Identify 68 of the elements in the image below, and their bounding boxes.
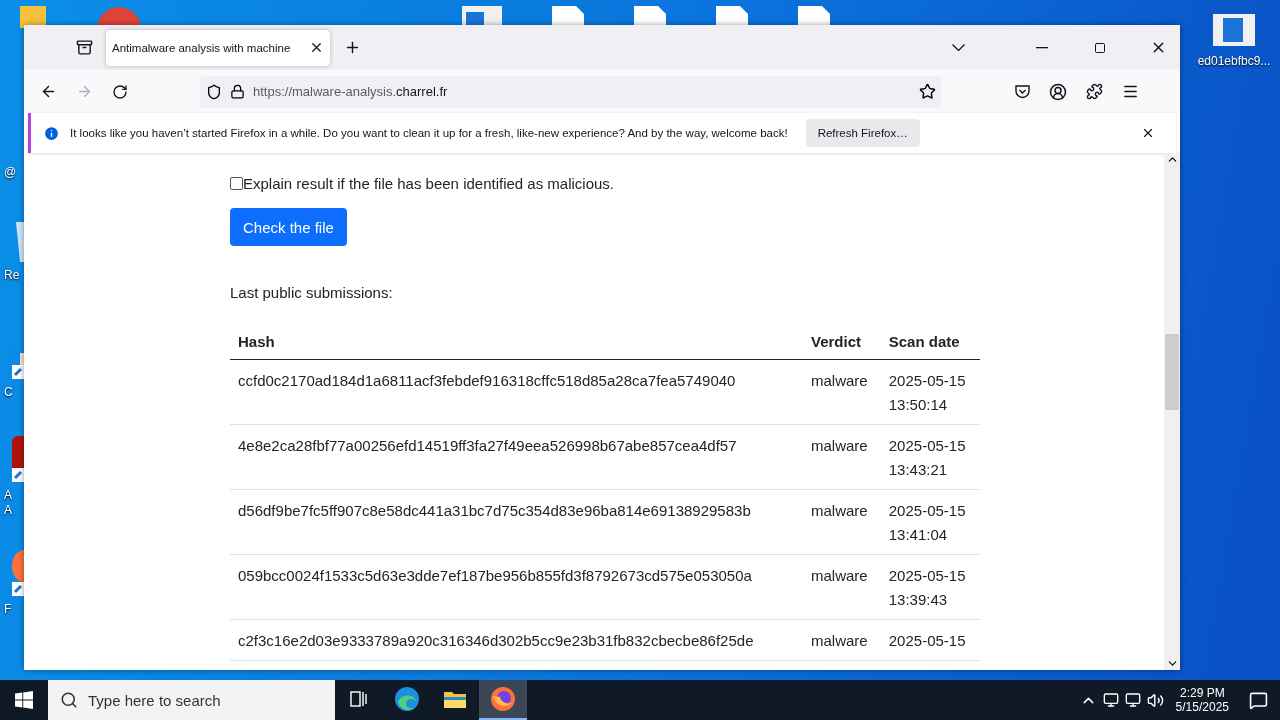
desktop-icon-label[interactable]: Re xyxy=(4,268,20,283)
desktop-icon-label[interactable]: A A xyxy=(4,488,14,518)
user-icon xyxy=(1049,82,1067,101)
bookmark-star-icon[interactable] xyxy=(919,83,936,100)
browser-icon[interactable] xyxy=(12,550,24,596)
task-view-icon xyxy=(350,691,368,707)
taskbar-app-button[interactable] xyxy=(479,680,527,720)
minimize-icon xyxy=(1036,46,1048,49)
scrollbar-thumb[interactable] xyxy=(1165,334,1179,410)
refresh-firefox-button[interactable]: Refresh Firefox… xyxy=(805,119,920,147)
volume-icon[interactable] xyxy=(1146,691,1164,709)
shield-icon[interactable] xyxy=(206,83,222,100)
verdict-cell: malware xyxy=(803,554,881,620)
pocket-icon xyxy=(1013,83,1031,100)
scan-date-cell: 2025-05-15 13:39:43 xyxy=(880,554,980,620)
verdict-cell: malware xyxy=(803,359,881,425)
desktop-icon-label[interactable]: ed01ebfbc9... xyxy=(1197,54,1271,69)
lock-icon[interactable] xyxy=(230,84,245,99)
scan-date-cell: 2025-05-15 13:43:21 xyxy=(880,424,980,490)
scan-date-cell: 2025-05-15 xyxy=(880,619,980,661)
shortcut-icon[interactable] xyxy=(12,353,24,379)
checkbox[interactable] xyxy=(230,177,243,190)
notifications-icon[interactable] xyxy=(1249,690,1268,710)
clock-date[interactable]: 5/15/2025 xyxy=(1175,700,1229,714)
document-icon[interactable] xyxy=(1213,14,1255,46)
address-bar[interactable]: https://malware-analysis.charrel.fr xyxy=(200,75,942,108)
column-header: Hash xyxy=(230,321,803,360)
verdict-cell: malware xyxy=(803,424,881,490)
scan-date-cell: 2025-05-15 13:50:14 xyxy=(880,359,980,425)
tab-title: Antimalware analysis with machine xyxy=(112,41,292,54)
column-header: Verdict xyxy=(803,321,881,360)
desktop-icon-label[interactable]: C xyxy=(4,385,13,400)
desktop-icon-label[interactable]: F xyxy=(4,602,12,617)
notification-message: It looks like you haven’t started Firefox in a while. Do you want to clean it up for a fresh, like-new experience? And by the way, welcome back! xyxy=(70,127,788,139)
url-text[interactable]: https://malware-analysis.charrel.fr xyxy=(253,84,911,99)
firefox-icon xyxy=(490,686,516,712)
check-file-button[interactable]: Check the file xyxy=(230,208,347,246)
puzzle-icon xyxy=(1085,83,1103,100)
windows-logo-icon xyxy=(15,691,33,709)
info-icon xyxy=(43,124,60,142)
checkbox-label[interactable]: Explain result if the file has been identified as malicious. xyxy=(243,175,615,192)
column-header: Scan date xyxy=(880,321,980,360)
chevron-down-icon xyxy=(951,44,965,51)
folder-icon xyxy=(443,689,467,709)
hash-cell: c2f3c16e2d03e9333789a920c316346d302b5cc9e23b31fb832cbecbe86f25de xyxy=(230,619,803,661)
search-field[interactable]: Type here to search xyxy=(48,680,335,720)
monitor-icon[interactable] xyxy=(1102,692,1119,708)
app-icon[interactable] xyxy=(12,436,24,482)
hash-cell: d56df9be7fc5ff907c8e58dc441a31bc7d75c354d83e96ba814e69138929583b xyxy=(230,489,803,555)
document-icon[interactable] xyxy=(462,6,502,25)
verdict-cell: malware xyxy=(803,619,881,661)
close-icon xyxy=(1141,126,1155,140)
maximize-icon xyxy=(1094,41,1106,54)
close-icon[interactable] xyxy=(309,40,324,55)
menu-icon xyxy=(1121,83,1139,100)
hash-cell: ccfd0c2170ad184d1a6811acf3febdef916318cffc518d85a28ca7fea5749040 xyxy=(230,359,803,425)
hash-cell: 4e8e2ca28fbf77a00256efd14519ff3fa27f49eea526998b67abe857cea4df57 xyxy=(230,424,803,490)
section-title: Last public submissions: xyxy=(230,284,394,301)
hash-cell: 059bcc0024f1533c5d63e3dde7ef187be956b855fd3f8792673cd575e053050a xyxy=(230,554,803,620)
archive-icon xyxy=(75,39,93,56)
verdict-cell: malware xyxy=(803,489,881,555)
reload-icon xyxy=(112,83,128,100)
clock-time[interactable]: 2:29 PM xyxy=(1179,686,1225,700)
browser-tab[interactable]: Antimalware analysis with machine xyxy=(106,29,330,66)
edge-icon xyxy=(394,686,420,712)
scrollbar[interactable] xyxy=(1164,153,1180,670)
search-icon xyxy=(60,691,78,709)
scan-date-cell: 2025-05-15 13:41:04 xyxy=(880,489,980,555)
